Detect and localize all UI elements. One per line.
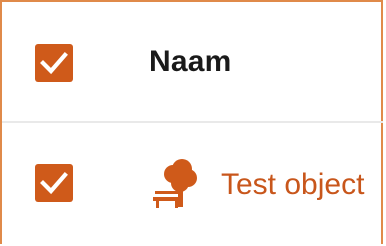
select-all-checkbox[interactable] — [35, 44, 73, 82]
object-table: Naam Test object — [0, 0, 383, 244]
row-checkbox[interactable] — [35, 164, 73, 202]
column-header-naam[interactable]: Naam — [149, 42, 232, 82]
checkmark-icon — [40, 52, 68, 75]
tree-bench-icon — [153, 159, 197, 208]
object-name-link[interactable]: Test object — [221, 165, 364, 205]
table-header-row: Naam — [2, 2, 383, 123]
table-row: Test object — [2, 123, 383, 246]
checkmark-icon — [40, 172, 68, 195]
